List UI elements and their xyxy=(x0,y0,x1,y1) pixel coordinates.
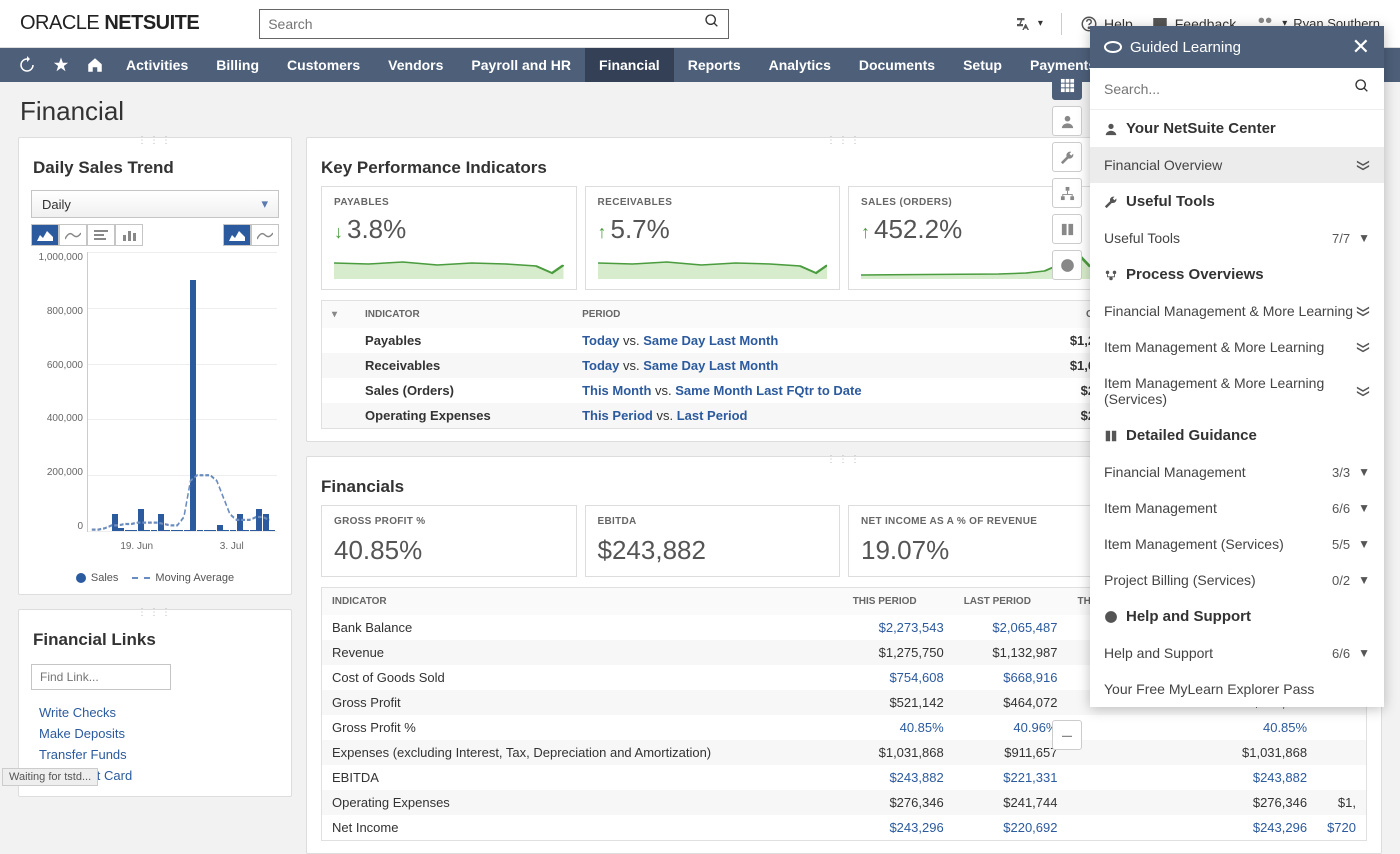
gl-item-financial-overview[interactable]: Financial Overview xyxy=(1090,147,1384,183)
sort-icon[interactable]: ▾ xyxy=(332,309,337,320)
gl-item[interactable]: Project Billing (Services)0/2▼ xyxy=(1090,562,1384,598)
gl-section-tools: Useful Tools xyxy=(1090,183,1384,220)
nav-item-customers[interactable]: Customers xyxy=(273,48,374,82)
sales-chart: 1,000,000800,000600,000400,000200,0000 1… xyxy=(31,252,279,562)
gl-item-mylearn-pass[interactable]: Your Free MyLearn Explorer Pass xyxy=(1090,671,1384,707)
side-collapse-button[interactable]: – xyxy=(1052,720,1082,750)
gl-item[interactable]: Financial Management3/3▼ xyxy=(1090,454,1384,490)
fin-tile[interactable]: GROSS PROFIT %40.85% xyxy=(321,505,577,577)
global-search-input[interactable] xyxy=(268,16,704,32)
side-toolbar xyxy=(1052,70,1082,280)
chart-type-area-icon[interactable] xyxy=(31,224,59,246)
side-user-icon[interactable] xyxy=(1052,106,1082,136)
nav-home-icon[interactable] xyxy=(78,48,112,82)
side-wrench-icon[interactable] xyxy=(1052,142,1082,172)
chart-type-bar-icon[interactable] xyxy=(115,224,143,246)
gl-item[interactable]: Item Management6/6▼ xyxy=(1090,490,1384,526)
nav-item-analytics[interactable]: Analytics xyxy=(755,48,845,82)
side-help-icon[interactable] xyxy=(1052,250,1082,280)
side-book-icon[interactable] xyxy=(1052,214,1082,244)
close-icon[interactable]: ✕ xyxy=(1352,36,1370,58)
nav-item-documents[interactable]: Documents xyxy=(845,48,949,82)
table-row[interactable]: Gross Profit %40.85%40.96%40.85% xyxy=(322,715,1366,740)
gl-item[interactable]: Item Management & More Learning xyxy=(1090,329,1384,365)
chart-type-line-icon[interactable] xyxy=(59,224,87,246)
nav-item-setup[interactable]: Setup xyxy=(949,48,1016,82)
gl-item[interactable]: Item Management (Services)5/5▼ xyxy=(1090,526,1384,562)
kpi-tile[interactable]: RECEIVABLES↑5.7% xyxy=(585,186,841,290)
side-org-icon[interactable] xyxy=(1052,178,1082,208)
chart-type-list-icon[interactable] xyxy=(87,224,115,246)
fin-tile[interactable]: NET INCOME AS A % OF REVENUE19.07% xyxy=(848,505,1104,577)
nav-item-billing[interactable]: Billing xyxy=(202,48,273,82)
nav-item-reports[interactable]: Reports xyxy=(674,48,755,82)
gl-item[interactable]: Financial Management & More Learning xyxy=(1090,293,1384,329)
card-title: Daily Sales Trend xyxy=(19,146,291,186)
trend-period-select[interactable]: Daily▾ xyxy=(31,190,279,218)
nav-recent-icon[interactable] xyxy=(10,48,44,82)
flink-item[interactable]: Transfer Funds xyxy=(39,744,271,765)
nav-item-activities[interactable]: Activities xyxy=(112,48,202,82)
status-bar: Waiting for tstd... xyxy=(2,768,98,786)
chart-mode-a-icon[interactable] xyxy=(223,224,251,246)
kpi-tile[interactable]: PAYABLES↓3.8% xyxy=(321,186,577,290)
logo: ORACLE NETSUITE xyxy=(20,12,199,35)
gl-item-help-support[interactable]: Help and Support 6/6▼ xyxy=(1090,635,1384,671)
guided-learning-panel: Guided Learning ✕ Your NetSuite Center F… xyxy=(1090,26,1384,707)
table-row[interactable]: Expenses (excluding Interest, Tax, Depre… xyxy=(322,740,1366,765)
gl-item-useful-tools[interactable]: Useful Tools 7/7▼ xyxy=(1090,220,1384,256)
gl-section-process: Process Overviews xyxy=(1090,256,1384,293)
flink-item[interactable]: Write Checks xyxy=(39,702,271,723)
gl-search-input[interactable] xyxy=(1104,81,1354,97)
global-search[interactable] xyxy=(259,9,729,39)
table-row[interactable]: Operating Expenses$276,346$241,744$276,3… xyxy=(322,790,1366,815)
table-row[interactable]: Net Income$243,296$220,692$243,296$720 xyxy=(322,815,1366,840)
search-icon[interactable] xyxy=(704,13,720,34)
nav-item-payroll-and-hr[interactable]: Payroll and HR xyxy=(457,48,585,82)
gl-item[interactable]: Item Management & More Learning (Service… xyxy=(1090,365,1384,417)
card-title: Financial Links xyxy=(19,618,291,658)
table-row[interactable]: EBITDA$243,882$221,331$243,882 xyxy=(322,765,1366,790)
gl-section-help: Help and Support xyxy=(1090,598,1384,635)
gl-search[interactable] xyxy=(1090,68,1384,110)
nav-item-vendors[interactable]: Vendors xyxy=(374,48,457,82)
flink-item[interactable]: Make Deposits xyxy=(39,723,271,744)
nav-star-icon[interactable] xyxy=(44,48,78,82)
fin-tile[interactable]: EBITDA$243,882 xyxy=(585,505,841,577)
side-grid-icon[interactable] xyxy=(1052,70,1082,100)
gl-section-center: Your NetSuite Center xyxy=(1090,110,1384,147)
gl-title: Guided Learning xyxy=(1104,39,1241,56)
chart-mode-b-icon[interactable] xyxy=(251,224,279,246)
find-link-input[interactable] xyxy=(31,664,171,690)
daily-sales-trend-card: ⋮⋮⋮ Daily Sales Trend Daily▾ 1,000,00080… xyxy=(18,137,292,595)
language-switcher[interactable]: ▾ xyxy=(1014,15,1043,33)
gl-section-detailed: Detailed Guidance xyxy=(1090,417,1384,454)
search-icon[interactable] xyxy=(1354,78,1370,99)
nav-item-financial[interactable]: Financial xyxy=(585,48,674,82)
